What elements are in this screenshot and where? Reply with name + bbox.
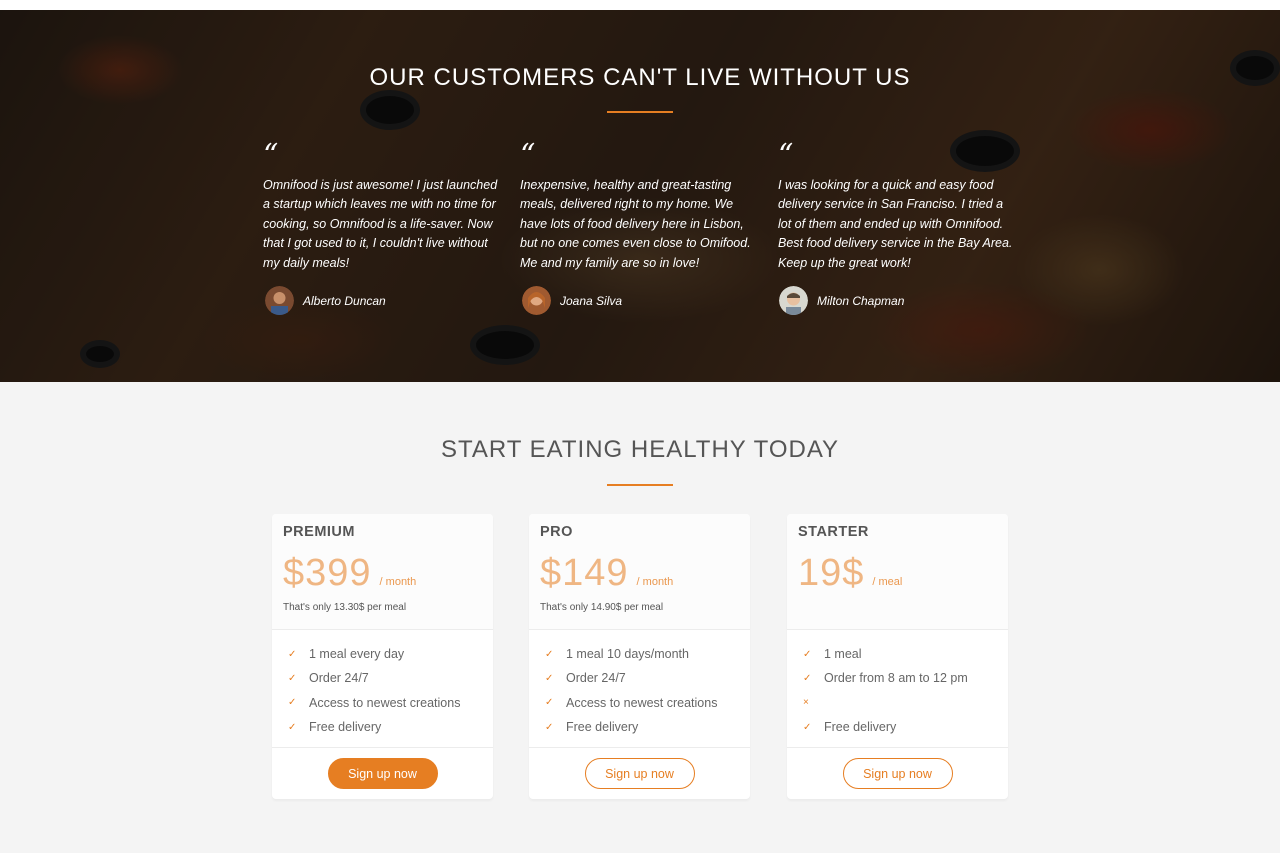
check-icon: ✓ bbox=[288, 697, 297, 709]
author-name: Joana Silva bbox=[560, 293, 623, 308]
feature-label: Free delivery bbox=[566, 720, 639, 735]
avatar bbox=[522, 286, 551, 315]
plan-name: PREMIUM bbox=[283, 524, 355, 540]
feature-item: ✓ Order 24/7 bbox=[545, 666, 750, 690]
testimonial-text: I was looking for a quick and easy food … bbox=[778, 178, 1013, 270]
sign-up-button-starter[interactable]: Sign up now bbox=[842, 758, 953, 789]
plan-price-unit: / month bbox=[636, 576, 674, 588]
plan-price-unit: / month bbox=[379, 576, 417, 588]
testimonial-author-1: Alberto Duncan bbox=[265, 286, 386, 315]
title-underline bbox=[607, 111, 673, 113]
sign-up-button-pro[interactable]: Sign up now bbox=[584, 758, 695, 789]
plan-features: ✓ 1 meal 10 days/month ✓ Order 24/7 ✓ Acces… bbox=[529, 630, 750, 748]
plan-card-starter: STARTER 19$ / meal ✓ 1 meal ✓ Order from 8… bbox=[787, 514, 1008, 799]
plan-price: $149 bbox=[540, 552, 629, 594]
feature-item: ✓ 1 meal every day bbox=[288, 642, 493, 666]
cross-icon: × bbox=[803, 697, 809, 709]
feature-item: ✓ Free delivery bbox=[803, 715, 1008, 739]
testimonial-author-3: Milton Chapman bbox=[779, 286, 904, 315]
testimonial-text: Omnifood is just awesome! I just launche… bbox=[263, 178, 498, 270]
avatar bbox=[265, 286, 294, 315]
check-icon: ✓ bbox=[803, 648, 812, 660]
feature-label: Order 24/7 bbox=[309, 671, 369, 686]
check-icon: ✓ bbox=[288, 672, 297, 684]
quote-icon: “ bbox=[778, 138, 794, 173]
plan-header: PREMIUM $399 / month That's only 13.30$ … bbox=[272, 514, 493, 630]
plan-features: ✓ 1 meal every day ✓ Order 24/7 ✓ Access to… bbox=[272, 630, 493, 748]
feature-label: Order 24/7 bbox=[566, 671, 626, 686]
top-strip bbox=[0, 0, 1280, 10]
feature-item: ✓ Free delivery bbox=[288, 715, 493, 739]
feature-label: 1 meal every day bbox=[309, 647, 405, 662]
plan-per-meal: That's only 14.90$ per meal bbox=[540, 602, 664, 613]
plan-card-premium: PREMIUM $399 / month That's only 13.30$ … bbox=[272, 514, 493, 799]
plan-name: STARTER bbox=[798, 524, 869, 540]
feature-label: Free delivery bbox=[309, 720, 382, 735]
title-underline bbox=[607, 484, 673, 486]
feature-label: Access to newest creations bbox=[309, 695, 461, 710]
testimonial-2: “ Inexpensive, healthy and great-tasting… bbox=[520, 138, 755, 273]
testimonial-author-2: Joana Silva bbox=[522, 286, 622, 315]
feature-item: ✓ Free delivery bbox=[545, 715, 750, 739]
feature-label: 1 meal bbox=[824, 647, 862, 662]
sign-up-button-premium[interactable]: Sign up now bbox=[327, 758, 438, 789]
feature-label: Access to newest creations bbox=[566, 695, 718, 710]
plan-price-unit: / meal bbox=[872, 576, 903, 588]
feature-item: ✓ 1 meal 10 days/month bbox=[545, 642, 750, 666]
feature-item: ✓ 1 meal bbox=[803, 642, 1008, 666]
plan-name: PRO bbox=[540, 524, 573, 540]
feature-label: Order from 8 am to 12 pm bbox=[824, 671, 968, 686]
check-icon: ✓ bbox=[545, 697, 554, 709]
testimonial-3: “ I was looking for a quick and easy foo… bbox=[778, 138, 1013, 273]
check-icon: ✓ bbox=[288, 721, 297, 733]
testimonial-1: “ Omnifood is just awesome! I just launc… bbox=[263, 138, 498, 273]
quote-icon: “ bbox=[520, 138, 536, 173]
plans-title: START EATING HEALTHY TODAY bbox=[440, 436, 840, 463]
plan-header: STARTER 19$ / meal bbox=[787, 514, 1008, 630]
plan-per-meal: That's only 13.30$ per meal bbox=[283, 602, 407, 613]
feature-item: × bbox=[803, 691, 1008, 715]
testimonials-title: OUR CUSTOMERS CAN'T LIVE WITHOUT US bbox=[369, 64, 911, 91]
plan-header: PRO $149 / month That's only 14.90$ per … bbox=[529, 514, 750, 630]
plan-price: 19$ bbox=[798, 552, 865, 594]
testimonial-text: Inexpensive, healthy and great-tasting m… bbox=[520, 178, 751, 270]
feature-item: ✓ Access to newest creations bbox=[545, 691, 750, 715]
check-icon: ✓ bbox=[545, 672, 554, 684]
testimonials-section: OUR CUSTOMERS CAN'T LIVE WITHOUT US “ Om… bbox=[0, 10, 1280, 382]
check-icon: ✓ bbox=[545, 721, 554, 733]
check-icon: ✓ bbox=[803, 721, 812, 733]
check-icon: ✓ bbox=[288, 648, 297, 660]
quote-icon: “ bbox=[263, 138, 279, 173]
avatar bbox=[779, 286, 808, 315]
feature-item: ✓ Order from 8 am to 12 pm bbox=[803, 666, 1008, 690]
check-icon: ✓ bbox=[545, 648, 554, 660]
plan-price: $399 bbox=[283, 552, 372, 594]
author-name: Milton Chapman bbox=[817, 293, 905, 308]
feature-item: ✓ Order 24/7 bbox=[288, 666, 493, 690]
check-icon: ✓ bbox=[803, 672, 812, 684]
plan-features: ✓ 1 meal ✓ Order from 8 am to 12 pm × ✓ Fre… bbox=[787, 630, 1008, 748]
feature-label: 1 meal 10 days/month bbox=[566, 647, 689, 662]
plan-card-pro: PRO $149 / month That's only 14.90$ per … bbox=[529, 514, 750, 799]
feature-item: ✓ Access to newest creations bbox=[288, 691, 493, 715]
feature-label: Free delivery bbox=[824, 720, 897, 735]
author-name: Alberto Duncan bbox=[303, 293, 386, 308]
